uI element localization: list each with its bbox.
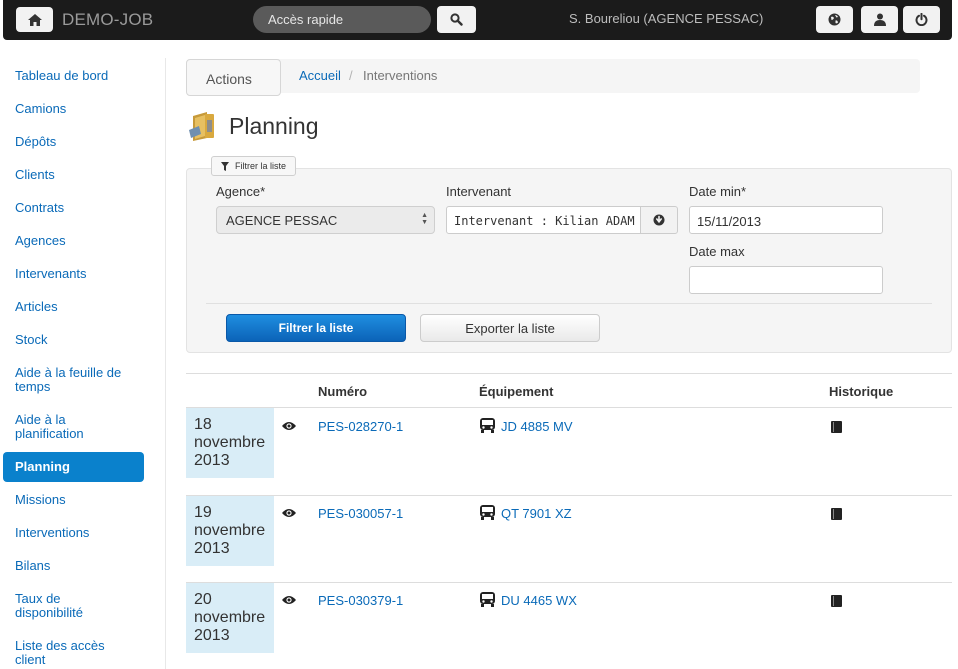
download-circle-icon [653,214,665,226]
row-divider [186,582,952,583]
table-row-date: 19 novembre 2013 [186,496,274,566]
numero-link[interactable]: PES-030379-1 [318,593,403,608]
sidebar-item-contrats[interactable]: Contrats [3,201,144,215]
sidebar-item-intervenants[interactable]: Intervenants [3,267,144,281]
breadcrumb [186,59,920,93]
row-divider [186,495,952,496]
brand-name[interactable]: DEMO-JOB [62,10,153,30]
search-button[interactable] [437,6,476,33]
date-min-input[interactable]: 15/11/2013 [689,206,883,234]
sidebar-item-depots[interactable]: Dépôts [3,135,144,149]
profile-button[interactable] [861,6,898,33]
agence-value: AGENCE PESSAC [226,213,338,228]
sidebar-item-acces-client[interactable]: Liste des accès client [3,639,115,667]
sidebar-item-clients[interactable]: Clients [3,168,144,182]
date-year: 2013 [194,540,230,557]
date-day: 19 [194,504,212,521]
intervenant-field[interactable]: Intervenant : Kilian ADAM [446,206,641,234]
export-button[interactable]: Exporter la liste [420,314,600,342]
date-month: novembre [194,522,266,539]
home-button[interactable] [16,7,53,32]
power-icon [915,13,928,26]
sidebar-item-bilans[interactable]: Bilans [3,559,144,573]
top-navbar: DEMO-JOB Accès rapide S. Boureliou (AGEN… [3,0,952,40]
filter-submit-button[interactable]: Filtrer la liste [226,314,406,342]
sidebar-item-camions[interactable]: Camions [3,102,144,116]
search-icon [450,13,463,26]
column-header-numero: Numéro [318,384,368,399]
agence-label: Agence* [216,184,266,199]
funnel-icon [221,162,229,171]
agence-select[interactable]: AGENCE PESSAC ▲ ▼ [216,206,435,234]
table-top-border [186,373,952,374]
breadcrumb-separator: / [349,68,353,83]
row-divider [186,407,952,408]
date-year: 2013 [194,627,230,644]
bus-icon [480,505,495,520]
sidebar-item-aide-feuille-de-temps[interactable]: Aide à la feuille de temps [3,366,139,394]
intervenant-dropdown-button[interactable] [640,206,678,234]
eye-icon[interactable] [282,595,296,605]
table-row-date: 20 novembre 2013 [186,583,274,653]
book-icon[interactable] [831,595,842,607]
actions-button[interactable]: Actions [186,59,281,96]
book-icon[interactable] [831,421,842,433]
sidebar-item-missions[interactable]: Missions [3,493,144,507]
bus-icon [480,592,495,607]
date-year: 2013 [194,452,230,469]
sidebar-divider [165,58,166,669]
date-month: novembre [194,609,266,626]
intervenant-label: Intervenant [446,184,512,199]
filter-toggle-label: Filtrer la liste [235,161,287,171]
sidebar-item-tableau-de-bord[interactable]: Tableau de bord [3,69,144,83]
date-max-input[interactable] [689,266,883,294]
globe-icon [828,13,841,26]
numero-link[interactable]: PES-030057-1 [318,506,403,521]
home-icon [27,13,42,26]
filter-toggle-button[interactable]: Filtrer la liste [211,156,296,176]
date-day: 20 [194,591,212,608]
equipement-link[interactable]: JD 4885 MV [501,419,573,434]
eye-icon[interactable] [282,421,296,431]
date-max-label: Date max [689,244,745,259]
breadcrumb-current: Interventions [363,68,438,83]
sidebar-item-interventions[interactable]: Interventions [3,526,144,540]
equipement-link[interactable]: QT 7901 XZ [501,506,572,521]
folder-planning-icon [189,112,214,141]
book-icon[interactable] [831,508,842,520]
numero-link[interactable]: PES-028270-1 [318,419,403,434]
select-arrows-icon: ▲ ▼ [421,212,428,226]
sidebar-item-planning[interactable]: Planning [3,452,144,482]
user-label: S. Boureliou (AGENCE PESSAC) [569,11,764,26]
eye-icon[interactable] [282,508,296,518]
sidebar-item-articles[interactable]: Articles [3,300,144,314]
panel-divider [206,303,932,304]
column-header-equipement: Équipement [479,384,554,399]
sidebar-item-taux-disponibilite[interactable]: Taux de disponibilité [3,592,103,620]
logout-button[interactable] [903,6,940,33]
bus-icon [480,418,495,433]
sidebar-item-aide-planification[interactable]: Aide à la planification [3,413,103,441]
page-title: Planning [229,113,319,139]
date-month: novembre [194,434,266,451]
sidebar-item-agences[interactable]: Agences [3,234,144,248]
date-day: 18 [194,416,212,433]
breadcrumb-home-link[interactable]: Accueil [299,68,341,83]
column-header-historique: Historique [829,384,894,399]
quick-access-input[interactable]: Accès rapide [253,6,431,33]
equipement-link[interactable]: DU 4465 WX [501,593,577,608]
user-icon [873,13,886,26]
date-min-label: Date min* [689,184,747,199]
table-row-date: 18 novembre 2013 [186,408,274,478]
sidebar-item-stock[interactable]: Stock [3,333,144,347]
language-button[interactable] [816,6,853,33]
